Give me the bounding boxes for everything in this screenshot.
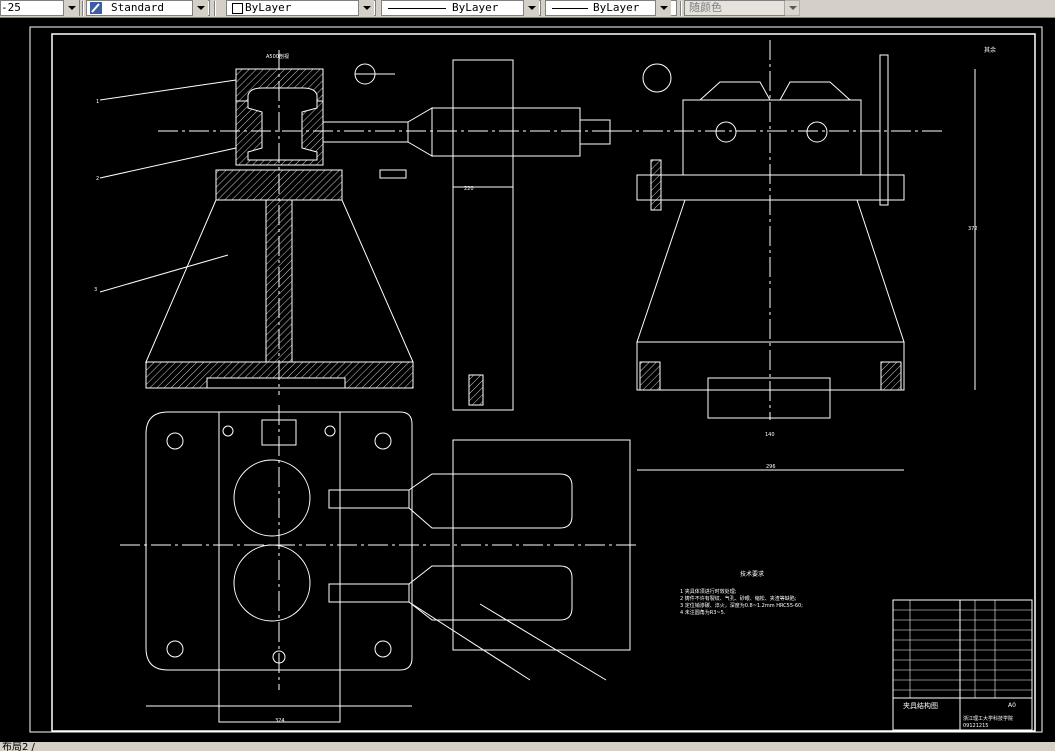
label-3: 3 <box>94 287 97 293</box>
side-base-hatch-r <box>880 361 902 391</box>
side-vblocks <box>699 81 851 101</box>
lineweight-dropdown-icon[interactable] <box>655 0 671 16</box>
dim-box <box>379 169 407 179</box>
side-view: 372 296 140 其余 <box>612 40 996 471</box>
label-2: 2 <box>96 176 99 182</box>
drawing-canvas[interactable]: A500剖视 1 2 3 220 372 296 140 其余 324 技术要求… <box>0 18 1055 742</box>
front-section-view: A500剖视 1 2 3 <box>94 50 620 395</box>
toolbar-separator <box>214 1 216 16</box>
top-pin-2 <box>328 583 410 603</box>
tech-item-1: 1 夹具体须进行时效处理; <box>680 588 737 595</box>
color-swatch-icon <box>232 3 243 14</box>
title-block-sheet: A0 <box>1008 702 1016 709</box>
dim-324: 324 <box>275 718 285 724</box>
column-hatch <box>468 374 484 406</box>
side-block <box>682 99 862 176</box>
title-block-frame <box>892 599 1033 731</box>
linetype-preview <box>388 8 446 9</box>
pin-hole-2 <box>324 425 336 437</box>
side-recess <box>707 377 831 419</box>
bolt-hole-tr <box>374 432 392 450</box>
bolt-hole-br <box>374 640 392 658</box>
dim-140: 140 <box>765 432 775 438</box>
pin-end <box>579 119 611 145</box>
lineweight-preview <box>552 8 588 9</box>
top-view: 324 <box>120 405 640 724</box>
dim-220: 220 <box>464 186 474 192</box>
layer-value: ByLayer <box>245 1 292 14</box>
pin-body <box>431 107 581 157</box>
bolt-hole-bl <box>166 640 184 658</box>
text-style-value: Standard <box>111 1 164 14</box>
top-pin-body-2 <box>408 565 573 621</box>
tech-item-2: 2 铸件不许有裂纹、气孔、砂眼、缩松、夹渣等缺陷; <box>680 595 797 602</box>
base-recess <box>206 377 346 389</box>
tech-item-4: 4 未注圆角为R3~5. <box>680 609 726 616</box>
pin-assembly <box>322 107 611 179</box>
title-block: 夹具结构图 A0 浙江理工大学科技学院 09121215 <box>892 599 1033 731</box>
leader-b <box>479 603 607 681</box>
tech-item-3: 3 定位销渗碳、淬火，深度为0.8~1.2mm HRC55-60; <box>680 602 803 609</box>
plot-style-dropdown-icon[interactable] <box>784 0 800 16</box>
side-handle <box>642 63 672 93</box>
properties-toolbar: -25 Standard ByLayer ByLayer ByLayer 随颜色 <box>0 0 1055 18</box>
side-hole-2 <box>806 121 828 143</box>
technical-requirements: 技术要求 1 夹具体须进行时效处理; 2 铸件不许有裂纹、气孔、砂眼、缩松、夹渣… <box>680 570 803 616</box>
label-1: 1 <box>96 99 99 105</box>
layer-select[interactable]: ByLayer <box>226 0 376 16</box>
title-block-name: 夹具结构图 <box>903 701 938 710</box>
side-stud <box>650 159 662 211</box>
title-block-school: 浙江理工大学科技学院 <box>963 715 1013 722</box>
leader-a <box>411 603 531 681</box>
layout-tab-bar: 布局2 / <box>0 742 1055 751</box>
lineweight-value: ByLayer <box>593 1 640 14</box>
leader-1 <box>99 79 237 101</box>
dim-372: 372 <box>968 226 978 232</box>
side-hole-1 <box>715 121 737 143</box>
tech-title: 技术要求 <box>740 570 764 578</box>
pin-taper <box>407 107 433 157</box>
dim-style-value: -25 <box>1 1 21 14</box>
dim-style-dropdown-icon[interactable] <box>63 0 79 16</box>
plot-style-select[interactable]: 随颜色 <box>684 0 800 16</box>
section-label: A500剖视 <box>266 53 289 60</box>
title-block-code: 09121215 <box>963 723 988 729</box>
side-bolt <box>879 54 889 206</box>
top-jaw-circle-2 <box>233 544 311 622</box>
text-style-icon <box>90 2 102 14</box>
toolbar-separator <box>82 1 84 16</box>
pin-hole-1 <box>222 425 234 437</box>
dim-296: 296 <box>766 464 776 470</box>
text-style-dropdown-icon[interactable] <box>192 0 208 16</box>
toolbar-separator <box>680 1 682 16</box>
bolt-hole-tl <box>166 432 184 450</box>
cad-drawing: A500剖视 1 2 3 220 372 296 140 其余 324 技术要求… <box>29 26 1043 733</box>
layout-tab[interactable]: 布局2 / <box>0 742 35 751</box>
parts-list-rows <box>893 600 1032 698</box>
plot-style-value: 随颜色 <box>689 1 722 14</box>
layer-dropdown-icon[interactable] <box>358 0 374 16</box>
support-column: 220 <box>452 59 514 411</box>
roughness-note: 其余 <box>984 46 996 54</box>
pin-shaft <box>322 121 409 143</box>
top-pin-body-1 <box>408 473 573 529</box>
linetype-dropdown-icon[interactable] <box>523 0 539 16</box>
side-base-hatch-l <box>639 361 661 391</box>
column-rect <box>452 59 514 411</box>
top-jaw-circle-1 <box>233 459 311 537</box>
top-pin-1 <box>328 489 410 509</box>
linetype-value: ByLayer <box>452 1 499 14</box>
leader-3 <box>99 254 229 293</box>
